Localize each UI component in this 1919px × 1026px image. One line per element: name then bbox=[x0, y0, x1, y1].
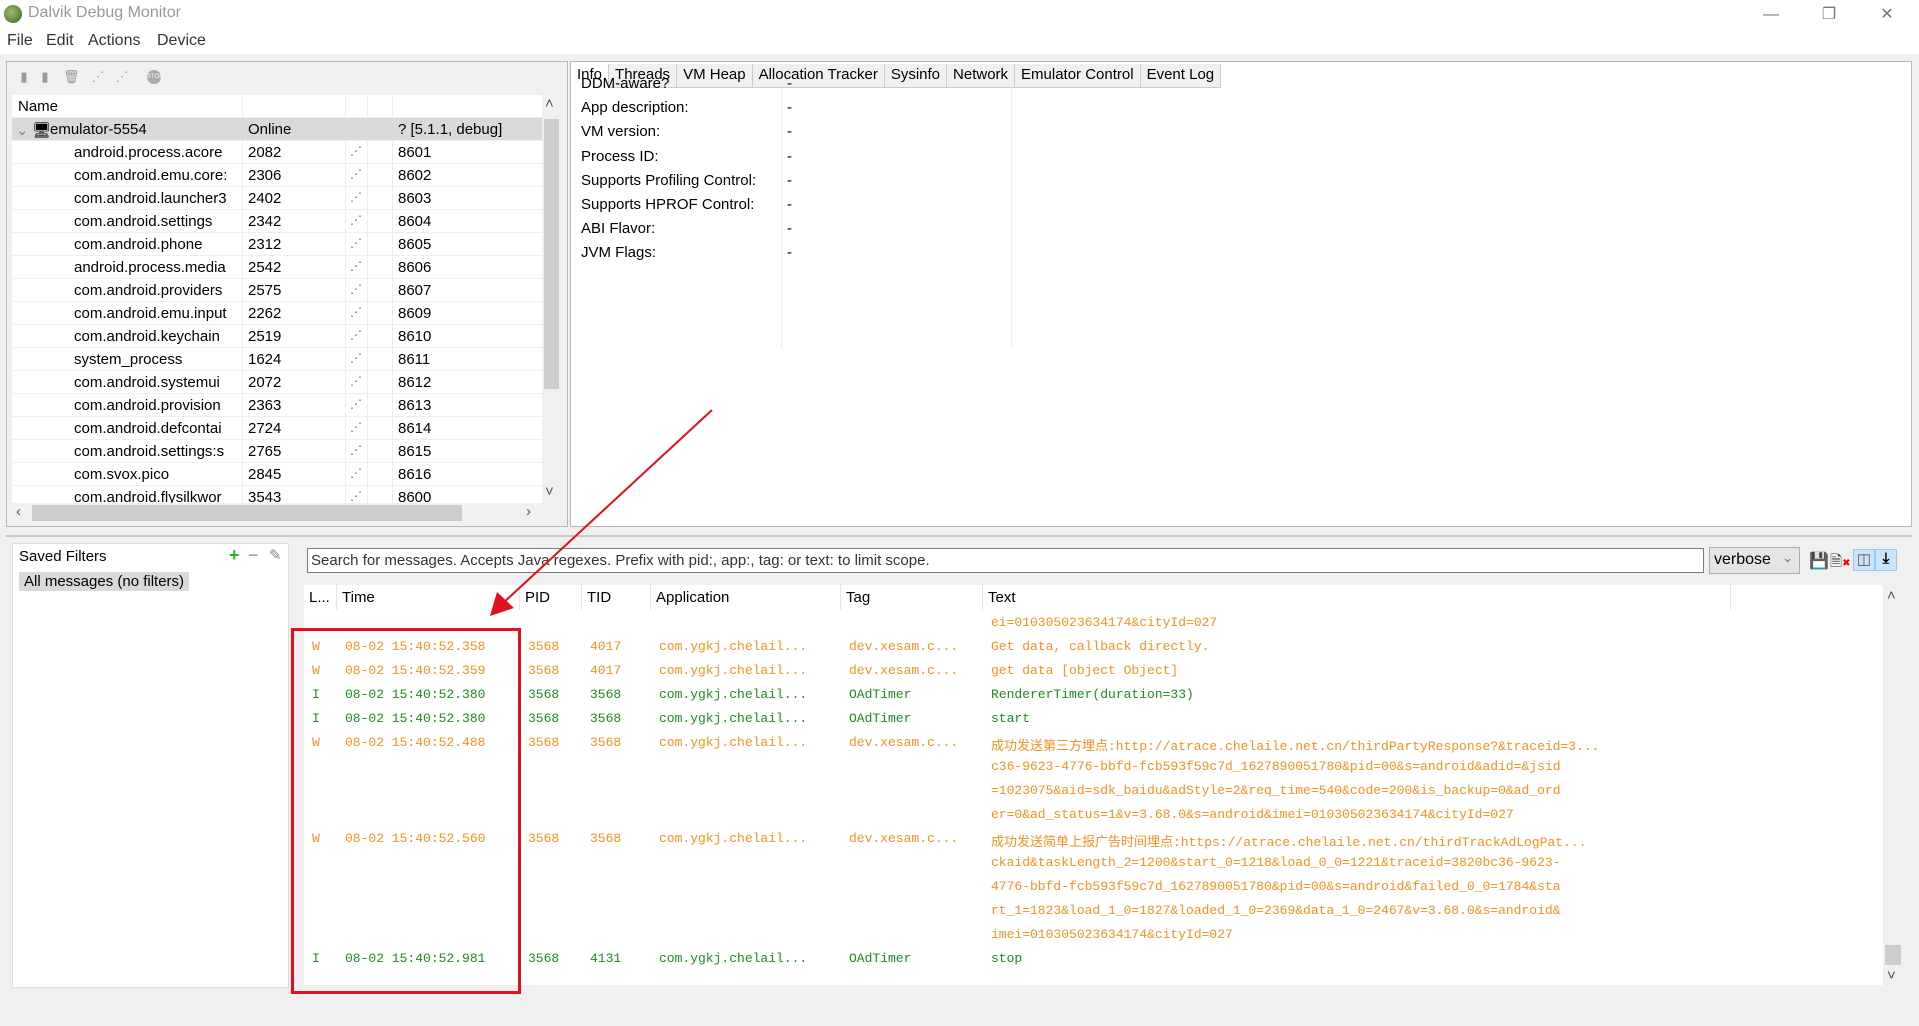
annotation-arrow bbox=[490, 409, 713, 616]
